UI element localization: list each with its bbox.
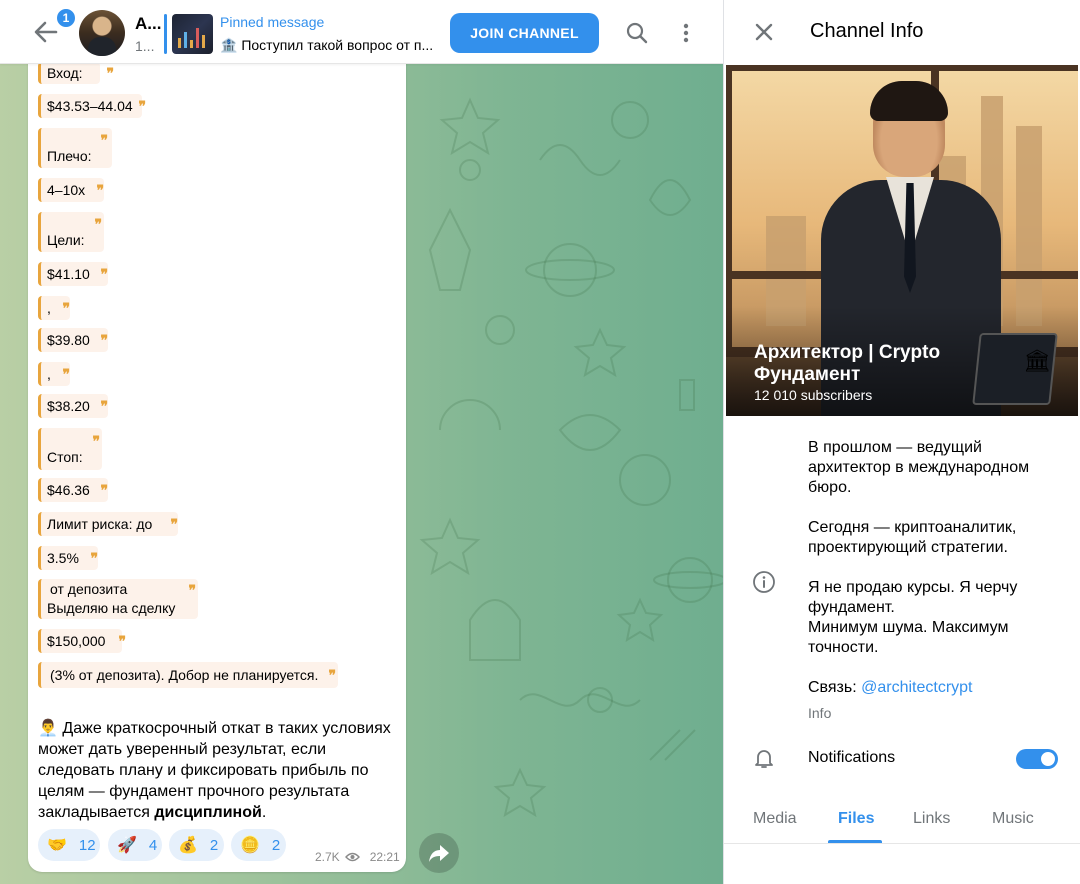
more-button[interactable] xyxy=(670,17,702,49)
more-vertical-icon xyxy=(683,23,689,43)
message-time: 22:21 xyxy=(369,850,400,864)
channel-name: Архитектор | Crypto Фундамент xyxy=(754,342,941,385)
channel-title[interactable]: А... xyxy=(135,14,161,34)
message-body-end: . xyxy=(261,804,267,821)
chat-pane: Вход: ❞ $43.53–44.04 ❞ Плечо: ❞ 4–10x ❞ Цели… xyxy=(0,0,723,884)
info-header: Channel Info xyxy=(724,0,1080,64)
handshake-icon: 🤝 xyxy=(47,837,67,854)
quote-line: Плечо: ❞ xyxy=(38,128,112,168)
subscriber-count: 12 010 subscribers xyxy=(754,387,873,403)
channel-cover-photo[interactable]: 🏛 Архитектор | Crypto Фундамент 12 010 s… xyxy=(726,65,1078,416)
quote-line: $46.36 ❞ xyxy=(38,478,108,502)
quote-line: $43.53–44.04 ❞ xyxy=(38,94,146,118)
contact-link[interactable]: @architectcrypt xyxy=(861,679,972,696)
notifications-toggle[interactable] xyxy=(1016,749,1058,769)
quote-line: , ❞ xyxy=(38,296,70,320)
contact-line: Связь: @architectcrypt xyxy=(808,678,1058,698)
pinned-label[interactable]: Pinned message xyxy=(220,14,324,30)
info-label: Info xyxy=(808,705,832,721)
description-paragraph: В прошлом — ведущий архитектор в междуна… xyxy=(808,439,1030,496)
quote-line: 3.5% ❞ xyxy=(38,546,98,570)
reaction-handshake[interactable]: 🤝 12 xyxy=(38,829,100,861)
message-meta: 2.7K 22:21 xyxy=(315,850,400,864)
tab-links[interactable]: Links xyxy=(913,810,950,828)
description-paragraph: Сегодня — криптоаналитик, проектирующий … xyxy=(808,519,1017,556)
quote-line: $150,000 ❞ xyxy=(38,629,126,653)
rocket-icon: 🚀 xyxy=(117,837,137,854)
description-line: Минимум шума. Максимум точности. xyxy=(808,619,1009,656)
reaction-money[interactable]: 💰 2 xyxy=(169,829,224,861)
pinned-bar xyxy=(164,14,167,54)
search-button[interactable] xyxy=(621,17,653,49)
unread-badge: 1 xyxy=(55,7,77,29)
channel-subtitle: 1... xyxy=(135,38,155,54)
quote-line: Лимит риска: до ❞ xyxy=(38,512,178,536)
quote-line: от депозита Выделяю на сделку ❞ xyxy=(38,579,198,619)
reaction-count: 2 xyxy=(209,836,219,854)
bank-icon: 🏛 xyxy=(1023,348,1051,373)
media-tabs: Media Files Links Music xyxy=(724,796,1080,844)
reaction-rocket[interactable]: 🚀 4 xyxy=(108,829,162,861)
contact-prefix: Связь: xyxy=(808,679,862,696)
pinned-thumbnail[interactable] xyxy=(172,14,213,54)
businessman-emoji-icon: 👨‍💼 xyxy=(38,720,58,737)
quote-line: $41.10 ❞ xyxy=(38,262,108,286)
chat-header: 1 А... 1... Pinned message 🏦 Поступил та… xyxy=(0,0,723,64)
tab-files[interactable]: Files xyxy=(838,810,874,828)
description-paragraph: Я не продаю курсы. Я черчу фундамент. Ми… xyxy=(808,578,1058,658)
reaction-count: 2 xyxy=(271,836,281,854)
notifications-label: Notifications xyxy=(808,749,896,766)
description-line: Я не продаю курсы. Я черчу фундамент. xyxy=(808,579,1018,616)
message-body-bold: дисциплиной xyxy=(154,804,262,821)
quote-line: Вход: ❞ xyxy=(38,62,114,84)
channel-avatar[interactable] xyxy=(79,10,125,56)
views-count: 2.7K xyxy=(315,850,340,864)
quote-line: (3% от депозита). Добор не планируется. ❞ xyxy=(38,662,338,688)
reaction-count: 4 xyxy=(148,836,158,854)
forward-button[interactable] xyxy=(419,833,459,873)
join-channel-button[interactable]: JOIN CHANNEL xyxy=(450,13,599,53)
active-tab-indicator xyxy=(828,840,882,843)
quote-line: Цели: ❞ xyxy=(38,212,104,252)
info-title: Channel Info xyxy=(810,20,924,42)
close-button[interactable] xyxy=(748,16,780,48)
info-circle-icon xyxy=(752,570,776,594)
reaction-coin[interactable]: 🪙 2 xyxy=(231,829,286,861)
pinned-text[interactable]: 🏦 Поступил такой вопрос от п... xyxy=(220,37,440,54)
eye-icon xyxy=(344,852,360,862)
message-body: 👨‍💼 Даже краткосрочный откат в таких усл… xyxy=(38,718,400,823)
money-bag-icon: 💰 xyxy=(178,837,198,854)
bell-icon xyxy=(752,746,776,770)
coin-icon: 🪙 xyxy=(240,837,260,854)
quote-line: , ❞ xyxy=(38,362,70,386)
tab-music[interactable]: Music xyxy=(992,810,1034,828)
quote-line: $39.80 ❞ xyxy=(38,328,108,352)
quote-line: Стоп: ❞ xyxy=(38,428,102,470)
channel-description: В прошлом — ведущий архитектор в междуна… xyxy=(808,438,1058,718)
forward-arrow-icon xyxy=(429,845,449,862)
channel-info-panel: Channel Info 🏛 Архитектор | Crypto Фунда… xyxy=(723,0,1080,884)
search-icon xyxy=(626,22,648,44)
close-icon xyxy=(755,23,773,41)
tab-media[interactable]: Media xyxy=(753,810,797,828)
reaction-count: 12 xyxy=(78,836,96,854)
